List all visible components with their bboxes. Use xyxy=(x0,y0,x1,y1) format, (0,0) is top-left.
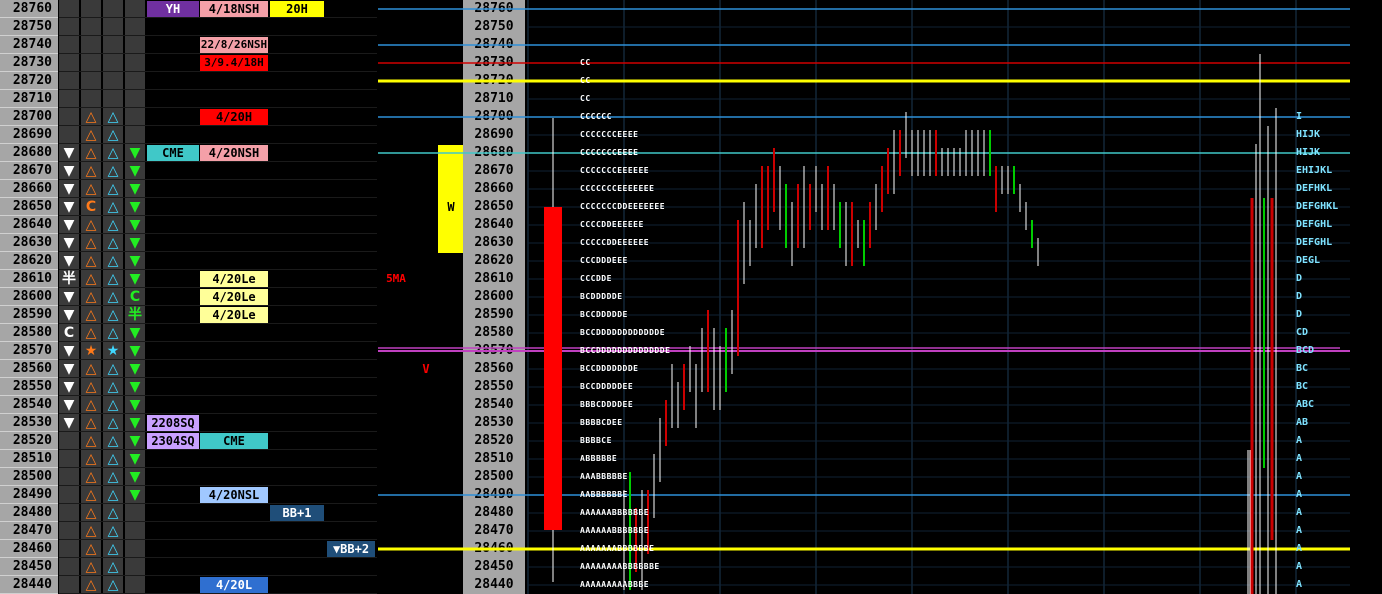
tpo-row: AAABBBBBE xyxy=(580,472,628,481)
row-divider xyxy=(59,89,377,90)
tpo-row: AAAAAAABBBBBBE xyxy=(580,544,655,553)
tpo-period-label: DEFGHKL xyxy=(1296,201,1339,212)
tpo-row: BBBCDDDDEE xyxy=(580,400,634,409)
tpo-row: CCCDDDEEE xyxy=(580,256,628,265)
row-divider xyxy=(59,107,377,108)
tpo-row: CCCCCC xyxy=(580,112,612,121)
tpo-period-label: A xyxy=(1296,489,1303,500)
row-divider xyxy=(59,287,377,288)
tpo-row: AAAAAAAAABBBE xyxy=(580,580,650,589)
row-divider xyxy=(59,323,377,324)
tpo-period-label: HIJK xyxy=(1296,147,1321,158)
tpo-period-label: A xyxy=(1296,507,1303,518)
row-divider xyxy=(59,233,377,234)
tpo-row: CCCCCCCEEEEEEE xyxy=(580,184,655,193)
row-divider xyxy=(59,521,377,522)
tpo-row: CC xyxy=(580,94,591,103)
tpo-row: BCCDDDDDE xyxy=(580,310,628,319)
row-divider xyxy=(59,71,377,72)
row-divider xyxy=(59,413,377,414)
tpo-period-label: ABC xyxy=(1296,399,1315,410)
row-divider xyxy=(59,485,377,486)
row-divider xyxy=(59,179,377,180)
tpo-row: CCCCCCCEEEE xyxy=(580,130,639,139)
row-divider xyxy=(59,341,377,342)
row-divider xyxy=(59,377,377,378)
tpo-period-label: BCD xyxy=(1296,345,1315,356)
tpo-row: CCCCCCCEEEEEE xyxy=(580,166,650,175)
tpo-period-label: HIJK xyxy=(1296,129,1321,140)
tpo-period-label: CD xyxy=(1296,327,1309,338)
tpo-row: CCCDDE xyxy=(580,274,612,283)
row-divider xyxy=(59,251,377,252)
tpo-period-label: DEFHKL xyxy=(1296,183,1333,194)
tpo-period-label: BC xyxy=(1296,381,1309,392)
tpo-period-label: DEFGHL xyxy=(1296,237,1333,248)
row-divider xyxy=(59,575,377,576)
row-divider xyxy=(59,467,377,468)
tpo-period-label: A xyxy=(1296,525,1303,536)
row-divider xyxy=(59,161,377,162)
tpo-period-label: EHIJKL xyxy=(1296,165,1333,176)
row-divider xyxy=(59,557,377,558)
tpo-period-label: I xyxy=(1296,111,1303,122)
daily-range-bar xyxy=(544,207,562,530)
tpo-row: CCCCCCCEEEE xyxy=(580,148,639,157)
row-divider xyxy=(59,431,377,432)
tpo-row: CC xyxy=(580,76,591,85)
row-divider xyxy=(59,305,377,306)
tpo-row: CCCCCDDEEEEEE xyxy=(580,238,650,247)
tpo-period-label: A xyxy=(1296,579,1303,590)
row-divider xyxy=(59,359,377,360)
tpo-period-label: A xyxy=(1296,543,1303,554)
row-divider xyxy=(59,269,377,270)
tpo-row: BCCDDDDDEE xyxy=(580,382,634,391)
row-divider xyxy=(59,35,377,36)
row-divider xyxy=(59,215,377,216)
tpo-row: CCCCDDEEEEEE xyxy=(580,220,644,229)
tpo-row: BBBBCE xyxy=(580,436,612,445)
tpo-row: CCCCCCCDDEEEEEEE xyxy=(580,202,666,211)
row-divider xyxy=(59,17,377,18)
tpo-row: BCDDDDDE xyxy=(580,292,623,301)
row-divider xyxy=(59,197,377,198)
tpo-period-label: A xyxy=(1296,471,1303,482)
tpo-row: AAAAAABBBBBBE xyxy=(580,508,650,517)
tpo-period-label: BC xyxy=(1296,363,1309,374)
tpo-period-label: D xyxy=(1296,273,1303,284)
tpo-period-label: D xyxy=(1296,291,1303,302)
row-divider xyxy=(59,503,377,504)
tpo-row: BBBBCDEE xyxy=(580,418,623,427)
tpo-period-label: DEFGHL xyxy=(1296,219,1333,230)
row-divider xyxy=(59,143,377,144)
tpo-row: AAAAAAAABBBBBBE xyxy=(580,562,660,571)
tpo-row: BCCDDDDDDDDDDDDE xyxy=(580,328,666,337)
tpo-period-label: A xyxy=(1296,561,1303,572)
tpo-row: AABBBBBBE xyxy=(580,490,628,499)
row-divider xyxy=(59,449,377,450)
row-divider xyxy=(59,539,377,540)
tpo-row: CC xyxy=(580,58,591,67)
tpo-row: BCCDDDDDDDDDDDDDE xyxy=(580,346,671,355)
tpo-period-label: D xyxy=(1296,309,1303,320)
row-divider xyxy=(59,125,377,126)
row-divider xyxy=(59,395,377,396)
tpo-row: BCCDDDDDDDE xyxy=(580,364,639,373)
tpo-row: AAAAAABBBBBBE xyxy=(580,526,650,535)
trading-ladder-window: 28760 28750 28740 28730 28720 28710 28700 28690… xyxy=(0,0,1382,594)
tpo-period-label: DEGL xyxy=(1296,255,1321,266)
row-divider xyxy=(59,53,377,54)
tpo-period-label: A xyxy=(1296,435,1303,446)
tpo-period-label: AB xyxy=(1296,417,1309,428)
tpo-row: ABBBBBE xyxy=(580,454,618,463)
tpo-period-label: A xyxy=(1296,453,1303,464)
